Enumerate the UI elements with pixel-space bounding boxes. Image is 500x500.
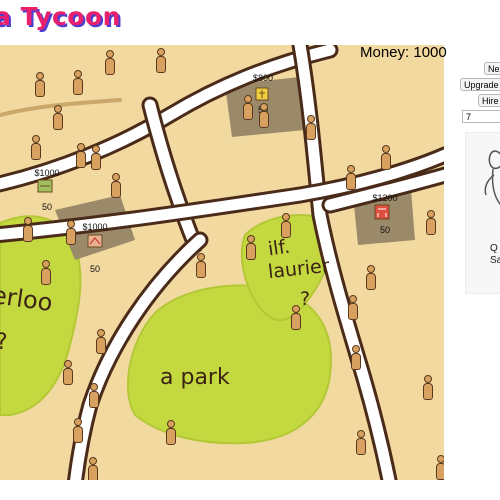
info-card-line-1: Q <box>490 243 498 254</box>
worker[interactable] <box>72 70 84 96</box>
worker[interactable] <box>87 457 99 480</box>
info-card-text: Q Sa <box>490 243 500 267</box>
worker[interactable] <box>75 143 87 169</box>
lot-3-level: 50 <box>89 264 101 274</box>
worker[interactable] <box>280 213 292 239</box>
lot-4-price: $1200 <box>372 193 398 203</box>
upgrade-button[interactable]: Upgrade <box>460 78 500 91</box>
worker[interactable] <box>245 235 257 261</box>
game-map[interactable]: erloo ? a park ilf. laurier ? $800 50 $1… <box>0 45 444 480</box>
lot-2-price: $1000 <box>34 168 60 178</box>
worker[interactable] <box>242 95 254 121</box>
worker[interactable] <box>290 305 302 331</box>
info-card-line-2: Sa <box>490 255 500 266</box>
lot-1-price: $800 <box>252 73 274 83</box>
park-label-main: a park <box>160 365 230 390</box>
lot-3-icon <box>87 234 103 248</box>
worker[interactable] <box>104 50 116 76</box>
worker[interactable] <box>347 295 359 321</box>
worker[interactable] <box>355 430 367 456</box>
worker[interactable] <box>110 173 122 199</box>
worker[interactable] <box>350 345 362 371</box>
worker[interactable] <box>95 329 107 355</box>
worker[interactable] <box>345 165 357 191</box>
lot-4-level: 50 <box>379 225 391 235</box>
question-mark-left: ? <box>0 330 8 355</box>
worker[interactable] <box>30 135 42 161</box>
worker[interactable] <box>65 220 77 246</box>
worker[interactable] <box>40 260 52 286</box>
worker[interactable] <box>90 145 102 171</box>
worker[interactable] <box>258 103 270 129</box>
info-card: Q Sa <box>465 132 500 294</box>
character-sketch-icon <box>484 150 500 206</box>
worker[interactable] <box>72 418 84 444</box>
lot-3-price: $1000 <box>82 222 108 232</box>
worker[interactable] <box>52 105 64 131</box>
worker[interactable] <box>195 253 207 279</box>
worker[interactable] <box>62 360 74 386</box>
worker[interactable] <box>425 210 437 236</box>
worker[interactable] <box>422 375 434 401</box>
number-input[interactable] <box>462 110 500 123</box>
lot-1-icon <box>255 87 269 101</box>
worker[interactable] <box>305 115 317 141</box>
worker[interactable] <box>365 265 377 291</box>
worker[interactable] <box>22 217 34 243</box>
worker[interactable] <box>165 420 177 446</box>
lot-4-icon <box>374 204 390 220</box>
map-drawing <box>0 45 444 480</box>
next-button[interactable]: Next <box>484 62 500 75</box>
worker[interactable] <box>34 72 46 98</box>
hire-button[interactable]: Hire <box>478 94 500 107</box>
worker[interactable] <box>155 48 167 74</box>
money-display: Money: 1000 <box>360 44 447 61</box>
worker[interactable] <box>380 145 392 171</box>
lot-2-icon <box>37 179 53 193</box>
worker[interactable] <box>88 383 100 409</box>
game-title: a Tycoon <box>0 2 121 31</box>
lot-2-level: 50 <box>41 202 53 212</box>
park-label-wilf: ilf. <box>266 235 292 261</box>
worker[interactable] <box>435 455 444 480</box>
